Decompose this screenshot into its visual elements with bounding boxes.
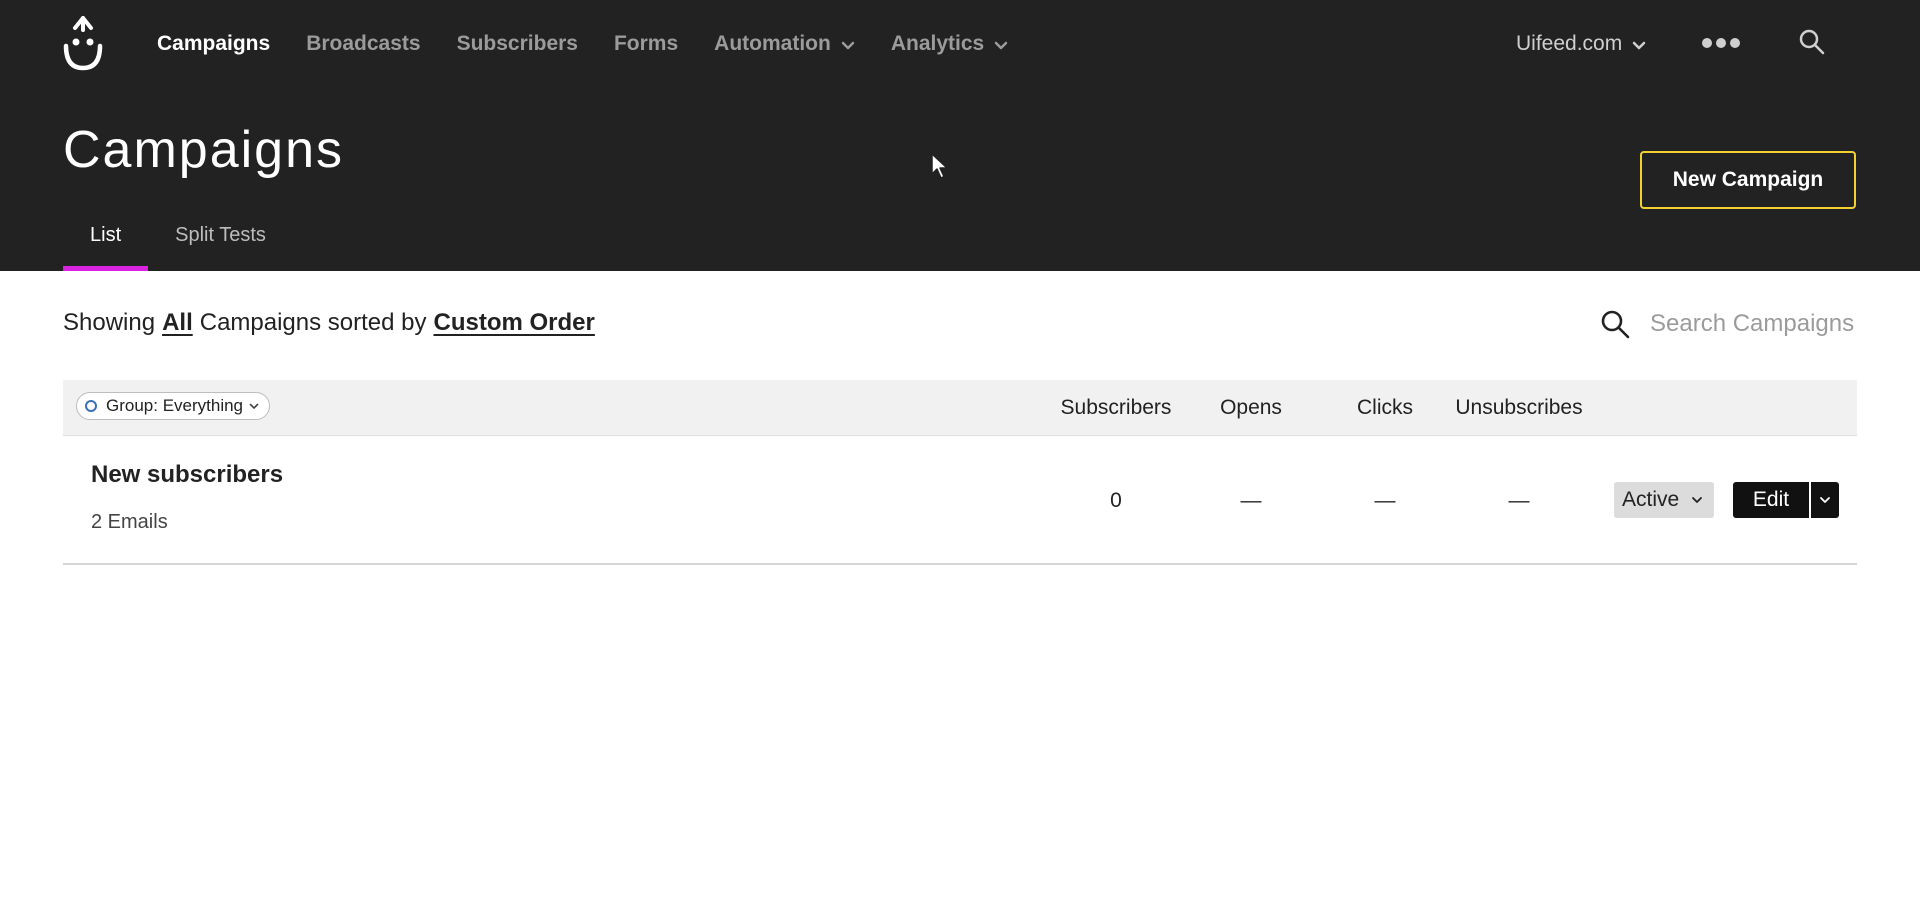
account-name: Uifeed.com xyxy=(1516,32,1623,55)
search-icon[interactable] xyxy=(1600,309,1630,339)
account-switcher[interactable]: Uifeed.com xyxy=(1516,28,1646,60)
edit-menu-button[interactable] xyxy=(1811,482,1839,518)
filter-middle-text: Campaigns sorted by xyxy=(199,309,427,336)
nav-item-analytics[interactable]: Analytics xyxy=(891,32,1008,56)
chevron-down-icon xyxy=(1632,41,1646,49)
campaign-search xyxy=(1600,306,1860,342)
filter-summary: Showing All Campaigns sorted by Custom O… xyxy=(63,309,595,337)
search-campaigns-input[interactable] xyxy=(1650,310,1860,338)
cell-clicks: — xyxy=(1374,489,1396,512)
chevron-down-icon xyxy=(994,41,1008,49)
chevron-down-icon xyxy=(1820,497,1830,503)
column-header-unsubscribes[interactable]: Unsubscribes xyxy=(1455,396,1582,420)
more-dots-icon[interactable] xyxy=(1702,36,1740,50)
cell-subscribers: 0 xyxy=(1110,489,1122,512)
nav-item-label: Subscribers xyxy=(456,32,578,55)
main-nav: Campaigns Broadcasts Subscribers Forms A… xyxy=(157,28,1044,60)
nav-item-forms[interactable]: Forms xyxy=(614,32,678,56)
nav-item-label: Broadcasts xyxy=(306,32,421,55)
nav-item-campaigns[interactable]: Campaigns xyxy=(157,32,270,56)
chevron-down-icon xyxy=(841,41,855,49)
top-header: Campaigns Broadcasts Subscribers Forms A… xyxy=(0,0,1920,271)
nav-item-automation[interactable]: Automation xyxy=(714,32,855,56)
chevron-down-icon xyxy=(1692,497,1703,503)
nav-item-label: Forms xyxy=(613,32,679,55)
nav-item-label: Campaigns xyxy=(157,32,271,55)
group-dot-icon xyxy=(85,400,97,412)
status-dropdown[interactable]: Active xyxy=(1614,482,1714,518)
column-header-clicks[interactable]: Clicks xyxy=(1357,396,1413,420)
campaign-email-count: 2 Emails xyxy=(91,511,168,533)
cell-opens: — xyxy=(1240,489,1262,512)
sort-order-link[interactable]: Custom Order xyxy=(434,309,595,337)
new-campaign-button[interactable]: New Campaign xyxy=(1640,151,1856,209)
table-row: New subscribers 2 Emails 0 — — — Active … xyxy=(63,437,1857,565)
group-filter-label: Group: Everything xyxy=(106,396,244,415)
mouse-cursor-icon xyxy=(931,153,948,179)
logo-icon[interactable] xyxy=(62,16,104,72)
cell-unsubscribes: — xyxy=(1508,489,1530,512)
table-header: Group: Everything Subscribers Opens Clic… xyxy=(63,380,1857,436)
chevron-down-icon xyxy=(249,403,259,409)
nav-item-label: Analytics xyxy=(890,32,985,55)
filter-showing-text: Showing xyxy=(63,309,156,336)
tab-list[interactable]: List xyxy=(63,214,149,271)
nav-item-label: Automation xyxy=(714,32,831,55)
edit-button[interactable]: Edit xyxy=(1733,482,1809,518)
tab-split-tests[interactable]: Split Tests xyxy=(148,214,293,271)
group-filter-dropdown[interactable]: Group: Everything xyxy=(76,392,271,420)
nav-item-broadcasts[interactable]: Broadcasts xyxy=(306,32,420,56)
search-icon[interactable] xyxy=(1798,28,1826,56)
nav-item-subscribers[interactable]: Subscribers xyxy=(457,32,578,56)
column-header-subscribers[interactable]: Subscribers xyxy=(1061,396,1172,420)
campaign-name-link[interactable]: New subscribers xyxy=(91,461,283,489)
page-tabs: List Split Tests xyxy=(63,214,293,271)
filter-scope-link[interactable]: All xyxy=(162,309,193,337)
page-title: Campaigns xyxy=(63,121,345,179)
status-label: Active xyxy=(1622,488,1680,511)
column-header-opens[interactable]: Opens xyxy=(1220,396,1282,420)
